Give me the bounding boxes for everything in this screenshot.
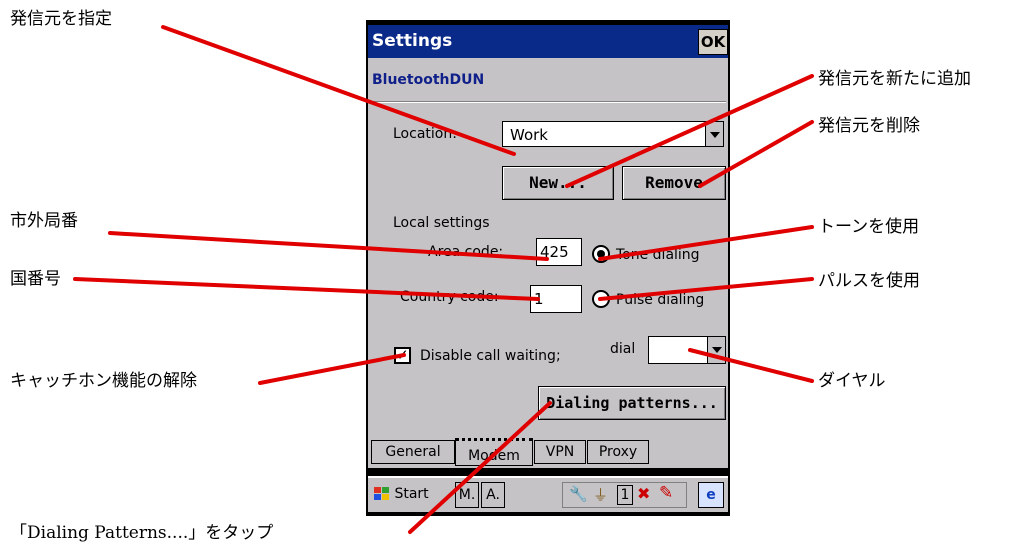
pointer-line-dialing-patterns — [408, 401, 552, 534]
pointer-line-country-code — [73, 277, 540, 301]
pointer-line-call-waiting — [258, 353, 406, 385]
pointer-line-new — [565, 74, 814, 188]
pointer-line-location — [161, 25, 516, 156]
pointer-line-tone — [598, 225, 814, 261]
pointer-line-area-code — [108, 231, 549, 261]
pointer-lines — [73, 25, 814, 534]
pointer-line-dial — [688, 348, 814, 383]
pointer-line-pulse — [598, 277, 814, 301]
pointer-line-remove — [698, 120, 814, 188]
